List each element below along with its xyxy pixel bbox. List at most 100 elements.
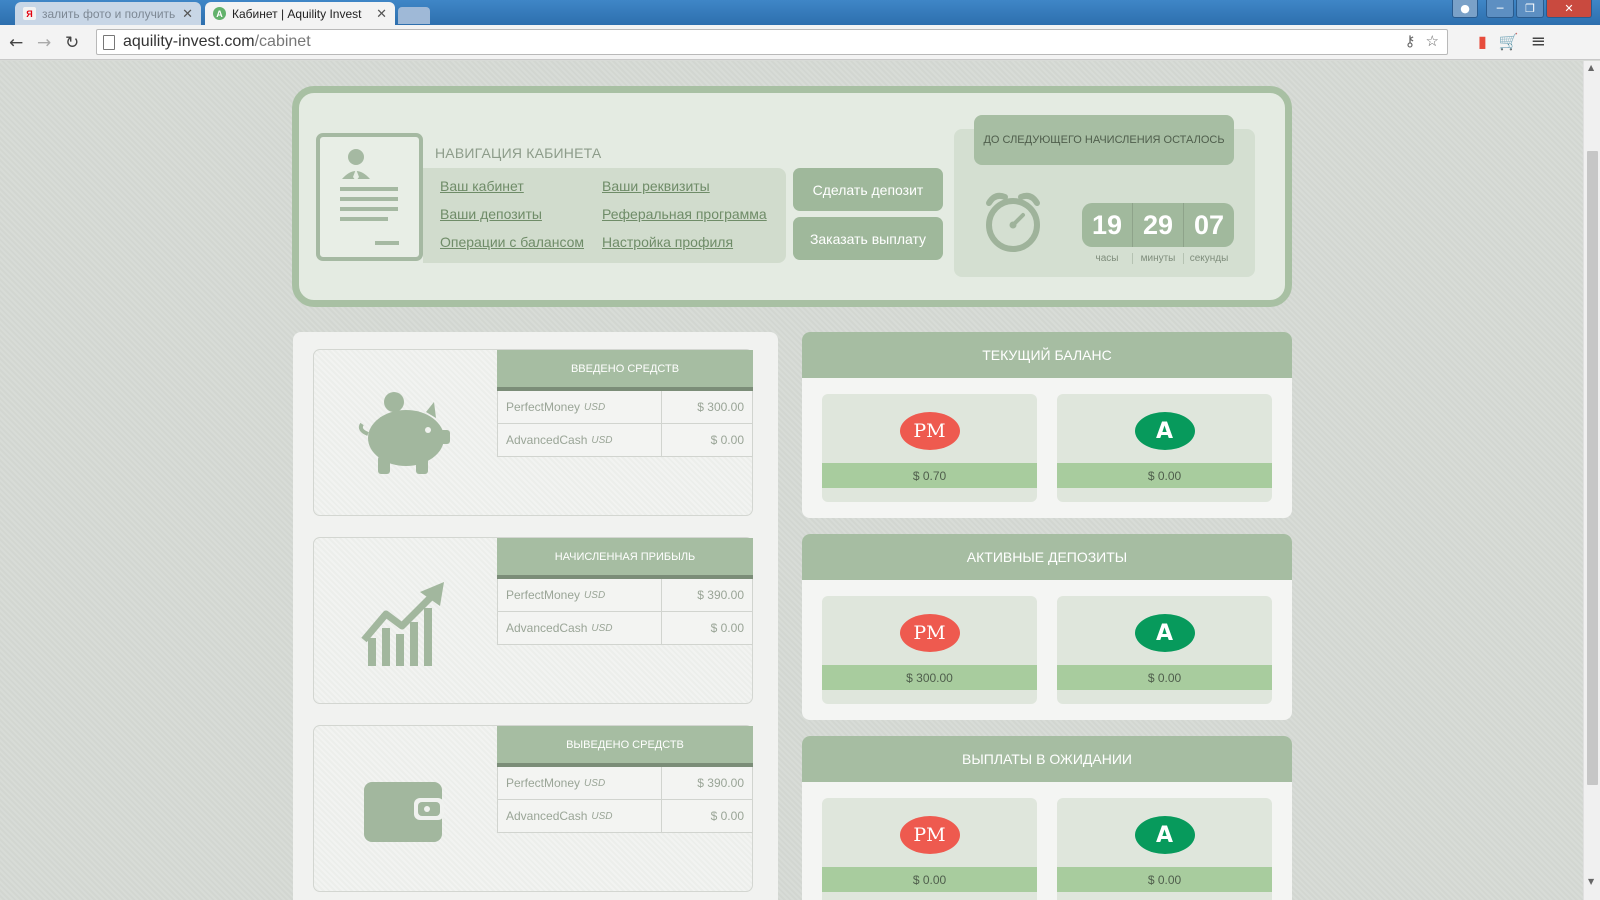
nav-heading: НАВИГАЦИЯ КАБИНЕТА — [435, 145, 602, 161]
close-icon[interactable]: ✕ — [182, 6, 193, 22]
browser-titlebar: Я залить фото и получить с ✕ A Кабинет |… — [0, 0, 1600, 25]
advancedcash-logo-icon: A — [1134, 816, 1195, 854]
aquility-favicon-icon: A — [213, 7, 226, 20]
profit-table: НАЧИСЛЕННАЯ ПРИБЫЛЬ PerfectMoney USD $ 39… — [497, 538, 753, 645]
wallet-icon — [344, 756, 464, 866]
make-deposit-button[interactable]: Сделать депозит — [793, 168, 943, 211]
extension-flag-icon[interactable]: ▮ — [1478, 32, 1487, 51]
currency-name: PerfectMoney — [506, 588, 581, 602]
scroll-up-arrow-icon[interactable]: ▲ — [1588, 63, 1594, 72]
page-content: НАВИГАЦИЯ КАБИНЕТА Ваш кабинет Ваши рекв… — [0, 61, 1583, 900]
cabinet-navigation-panel: НАВИГАЦИЯ КАБИНЕТА Ваш кабинет Ваши рекв… — [292, 86, 1292, 307]
tab-2[interactable]: A Кабинет | Aquility Invest ✕ — [205, 2, 395, 25]
amount: $ 0.00 — [822, 867, 1037, 892]
link-your-cabinet[interactable]: Ваш кабинет — [440, 178, 524, 194]
close-icon[interactable]: ✕ — [376, 6, 387, 22]
tab-title: залить фото и получить с — [42, 6, 177, 21]
active-deposits-section: АКТИВНЫЕ ДЕПОЗИТЫ PM $ 300.00 A $ 0.00 — [802, 534, 1292, 720]
advancedcash-balance-card: A $ 0.00 — [1057, 798, 1272, 900]
window-controls: ● ─ ❐ ✕ — [1452, 0, 1592, 18]
currency-name: AdvancedCash — [506, 809, 588, 823]
currency-code: USD — [584, 777, 606, 789]
section-title: ТЕКУЩИЙ БАЛАНС — [802, 332, 1292, 378]
url-path: /cabinet — [254, 33, 311, 50]
table-row: AdvancedCash USD $ 0.00 — [497, 612, 753, 645]
amount: $ 0.00 — [1057, 665, 1272, 690]
reload-icon[interactable]: ↻ — [65, 33, 79, 53]
amount: $ 300.00 — [697, 400, 744, 414]
currency-code: USD — [591, 434, 613, 446]
link-balance-operations[interactable]: Операции с балансом — [440, 234, 584, 250]
withdrawn-funds-card: ВЫВЕДЕНО СРЕДСТВ PerfectMoney USD $ 390.0… — [313, 725, 753, 892]
timer-header: ДО СЛЕДУЮЩЕГО НАЧИСЛЕНИЯ ОСТАЛОСЬ — [974, 115, 1234, 165]
accrual-timer-panel: ДО СЛЕДУЮЩЕГО НАЧИСЛЕНИЯ ОСТАЛОСЬ 19 29 … — [954, 115, 1255, 277]
stats-column: ВВЕДЕНО СРЕДСТВ PerfectMoney USD $ 300.00… — [293, 332, 778, 900]
perfectmoney-balance-card: PM $ 300.00 — [822, 596, 1037, 704]
page-scrollbar[interactable]: ▲ ▼ — [1583, 61, 1600, 900]
minimize-icon[interactable]: ─ — [1486, 0, 1514, 18]
bookmark-star-icon[interactable]: ☆ — [1426, 32, 1439, 50]
growth-chart-icon — [344, 568, 464, 678]
minutes-value: 29 — [1133, 203, 1184, 247]
url-host: aquility-invest.com — [123, 33, 255, 50]
cart-icon[interactable]: 🛒 — [1499, 32, 1519, 51]
advancedcash-balance-card: A $ 0.00 — [1057, 596, 1272, 704]
perfectmoney-logo-icon: PM — [899, 614, 960, 652]
scroll-thumb[interactable] — [1587, 151, 1598, 785]
alarm-clock-icon — [981, 189, 1045, 257]
url-bar[interactable]: aquility-invest.com/cabinet ⚷ ☆ — [96, 29, 1448, 55]
stat-title: НАЧИСЛЕННАЯ ПРИБЫЛЬ — [497, 538, 753, 579]
request-payout-button[interactable]: Заказать выплату — [793, 217, 943, 260]
hours-label: часы — [1082, 253, 1133, 264]
amount: $ 0.00 — [1057, 463, 1272, 488]
tab-1[interactable]: Я залить фото и получить с ✕ — [15, 2, 201, 25]
table-row: PerfectMoney USD $ 390.00 — [497, 767, 753, 800]
table-row: PerfectMoney USD $ 300.00 — [497, 391, 753, 424]
currency-code: USD — [591, 622, 613, 634]
advancedcash-balance-card: A $ 0.00 — [1057, 394, 1272, 502]
window-close-icon[interactable]: ✕ — [1546, 0, 1592, 18]
perfectmoney-logo-icon: PM — [899, 412, 960, 450]
seconds-value: 07 — [1193, 209, 1225, 240]
table-row: PerfectMoney USD $ 390.00 — [497, 579, 753, 612]
table-row: AdvancedCash USD $ 0.00 — [497, 800, 753, 833]
section-title: АКТИВНЫЕ ДЕПОЗИТЫ — [802, 534, 1292, 580]
amount: $ 0.70 — [822, 463, 1037, 488]
stat-title: ВВЕДЕНО СРЕДСТВ — [497, 350, 753, 391]
countdown-labels: часы минуты секунды — [1082, 253, 1234, 264]
currency-code: USD — [584, 589, 606, 601]
deposited-funds-card: ВВЕДЕНО СРЕДСТВ PerfectMoney USD $ 300.00… — [313, 349, 753, 516]
withdrawn-table: ВЫВЕДЕНО СРЕДСТВ PerfectMoney USD $ 390.0… — [497, 726, 753, 833]
currency-name: PerfectMoney — [506, 776, 581, 790]
seconds-label: секунды — [1189, 253, 1229, 264]
user-icon[interactable]: ● — [1452, 0, 1478, 18]
amount: $ 0.00 — [710, 433, 744, 447]
link-referral-program[interactable]: Реферальная программа — [602, 206, 767, 222]
advancedcash-logo-icon: A — [1134, 412, 1195, 450]
pending-payouts-section: ВЫПЛАТЫ В ОЖИДАНИИ PM $ 0.00 A $ 0.00 — [802, 736, 1292, 900]
section-title: ВЫПЛАТЫ В ОЖИДАНИИ — [802, 736, 1292, 782]
advancedcash-logo-icon: A — [1134, 614, 1195, 652]
amount: $ 300.00 — [822, 665, 1037, 690]
menu-icon[interactable]: ≡ — [1531, 31, 1546, 52]
forward-arrow-icon[interactable]: → — [37, 33, 51, 53]
page-icon — [103, 34, 115, 50]
nav-links-box: Ваш кабинет Ваши реквизиты Ваши депозиты… — [423, 168, 786, 263]
back-arrow-icon[interactable]: ← — [9, 33, 23, 53]
address-toolbar: ← → ↻ aquility-invest.com/cabinet ⚷ ☆ ▮ … — [0, 25, 1600, 60]
deposited-table: ВВЕДЕНО СРЕДСТВ PerfectMoney USD $ 300.00… — [497, 350, 753, 457]
amount: $ 390.00 — [697, 588, 744, 602]
link-your-requisites[interactable]: Ваши реквизиты — [602, 178, 710, 194]
currency-name: AdvancedCash — [506, 621, 588, 635]
current-balance-section: ТЕКУЩИЙ БАЛАНС PM $ 0.70 A $ 0.00 — [802, 332, 1292, 518]
restore-icon[interactable]: ❐ — [1516, 0, 1544, 18]
key-icon[interactable]: ⚷ — [1405, 32, 1416, 50]
perfectmoney-balance-card: PM $ 0.00 — [822, 798, 1037, 900]
table-row: AdvancedCash USD $ 0.00 — [497, 424, 753, 457]
scroll-down-arrow-icon[interactable]: ▼ — [1588, 877, 1594, 886]
new-tab-button[interactable] — [398, 7, 430, 24]
stat-title: ВЫВЕДЕНО СРЕДСТВ — [497, 726, 753, 767]
currency-name: PerfectMoney — [506, 400, 581, 414]
link-your-deposits[interactable]: Ваши депозиты — [440, 206, 542, 222]
link-profile-settings[interactable]: Настройка профиля — [602, 234, 733, 250]
